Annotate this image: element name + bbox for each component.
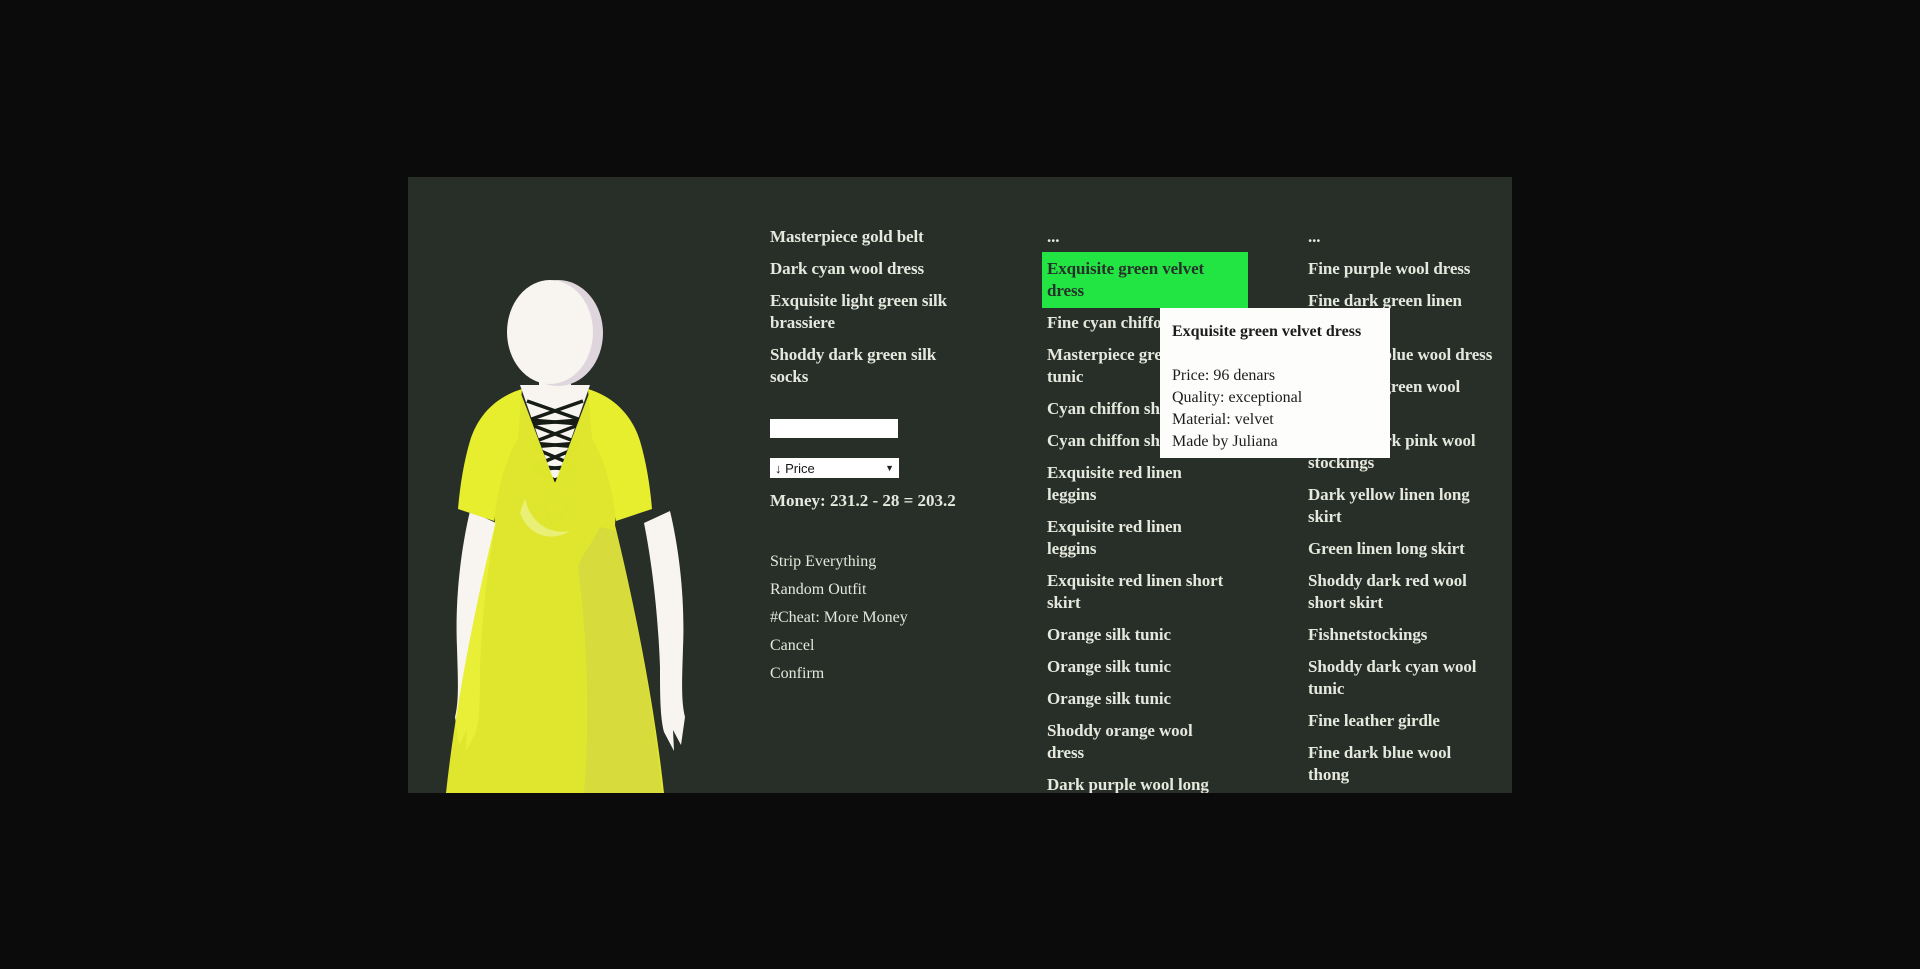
text-line: leggins [1047,538,1243,560]
text-line: Fishnetstockings [1308,624,1512,646]
shop-item[interactable]: Exquisite red linenleggins [1047,516,1243,560]
shop-item[interactable]: Shoddy dark cyan wooltunic [1308,656,1512,700]
text-line: Fine dark blue wool [1308,742,1512,764]
text-line: Confirm [770,665,908,683]
outfit-shop-panel: Masterpiece gold belt Dark cyan wool dres… [408,177,1512,793]
equipped-item[interactable]: Shoddy dark green silksocks [770,344,970,388]
tooltip-detail: Made by Juliana [1172,431,1378,453]
text-line: Shoddy orange wool [1047,720,1243,742]
shop-item[interactable]: Shoddy dark red woolshort skirt [1308,570,1512,614]
text-line: ... [1047,226,1243,248]
item-filter-input[interactable] [770,419,898,438]
text-line: skirt [1308,506,1512,528]
text-line: tunic [1308,678,1512,700]
text-line: Dark cyan wool dress [770,258,970,280]
text-line: skirt [1047,592,1243,614]
action-button[interactable]: Cancel [770,637,908,655]
text-line: Exquisite red linen [1047,516,1243,538]
tooltip-detail: Price: 96 denars [1172,365,1378,387]
tooltip-details: Price: 96 denarsQuality: exceptionalMate… [1172,365,1378,453]
text-line: thong [1308,764,1512,786]
text-line: Dark purple wool long [1047,774,1243,793]
text-line: Orange silk tunic [1047,688,1243,710]
equipped-item[interactable]: Masterpiece gold belt [770,226,970,248]
text-line: Shoddy dark cyan wool [1308,656,1512,678]
shop-item[interactable]: Fine dark blue woolthong [1308,742,1512,786]
text-line: Strip Everything [770,553,908,571]
text-line: dress [1047,280,1243,302]
shop-item[interactable]: Green linen long skirt [1308,538,1512,560]
text-line: #Cheat: More Money [770,609,908,627]
shop-item-selected[interactable]: Exquisite green velvetdress [1042,252,1248,308]
tooltip-detail: Material: velvet [1172,409,1378,431]
shop-item[interactable]: Dark yellow linen longskirt [1308,484,1512,528]
text-line: Exquisite red linen [1047,462,1243,484]
action-button[interactable]: #Cheat: More Money [770,609,908,627]
text-line: Quality: exceptional [1172,387,1378,409]
text-line: short skirt [1308,592,1512,614]
text-line: Exquisite green velvet [1047,258,1243,280]
item-tooltip: Exquisite green velvet dress Price: 96 d… [1160,308,1390,458]
shop-item[interactable]: Orange silk tunic [1047,624,1243,646]
head [507,280,593,384]
text-line: Shoddy dark green silk [770,344,970,366]
shop-item[interactable]: Fishnetstockings [1308,624,1512,646]
shop-item[interactable]: Orange silk tunic [1047,688,1243,710]
shop-item[interactable]: Fine purple wool dress [1308,258,1512,280]
text-line: brassiere [770,312,970,334]
text-line: Masterpiece gold belt [770,226,970,248]
shop-item[interactable]: ... [1308,226,1512,248]
shop-item[interactable]: Dark purple wool longskirt [1047,774,1243,793]
text-line: Shoddy dark red wool [1308,570,1512,592]
text-line: leggins [1047,484,1243,506]
shop-item[interactable]: Shoddy orange wooldress [1047,720,1243,764]
action-button[interactable]: Confirm [770,665,908,683]
chevron-down-icon: ▼ [885,463,894,473]
text-line: Fine purple wool dress [1308,258,1512,280]
tooltip-detail: Quality: exceptional [1172,387,1378,409]
equipped-item-list: Masterpiece gold belt Dark cyan wool dres… [770,226,970,398]
text-line: Orange silk tunic [1047,656,1243,678]
text-line: ... [1308,226,1512,248]
text-line: Cancel [770,637,908,655]
text-line: Price: 96 denars [1172,365,1378,387]
text-line: Made by Juliana [1172,431,1378,453]
shop-item[interactable]: Orange silk tunic [1047,656,1243,678]
text-line: Exquisite light green silk [770,290,970,312]
shop-item[interactable]: Exquisite red linenleggins [1047,462,1243,506]
shop-item[interactable]: ... [1047,226,1243,248]
action-button[interactable]: Random Outfit [770,581,908,599]
text-line: dress [1047,742,1243,764]
text-line: Dark yellow linen long [1308,484,1512,506]
text-line: Random Outfit [770,581,908,599]
text-line: Fine leather girdle [1308,710,1512,732]
text-line: Exquisite red linen short [1047,570,1243,592]
text-line: Material: velvet [1172,409,1378,431]
money-summary: Money: 231.2 - 28 = 203.2 [770,490,956,512]
equipped-item[interactable]: Dark cyan wool dress [770,258,970,280]
sort-select-value: ↓ Price [775,461,815,476]
sort-select[interactable]: ↓ Price ▼ [770,458,899,478]
skirt-shade [578,527,662,793]
character-preview [430,273,710,793]
text-line: Green linen long skirt [1308,538,1512,560]
equipped-item[interactable]: Exquisite light green silkbrassiere [770,290,970,334]
text-line: Orange silk tunic [1047,624,1243,646]
shop-item[interactable]: Exquisite red linen shortskirt [1047,570,1243,614]
text-line: socks [770,366,970,388]
action-button-list: Strip Everything Random Outfit #Cheat: Mor… [770,553,908,693]
shop-item[interactable]: Fine leather girdle [1308,710,1512,732]
action-button[interactable]: Strip Everything [770,553,908,571]
tooltip-title: Exquisite green velvet dress [1172,321,1378,343]
